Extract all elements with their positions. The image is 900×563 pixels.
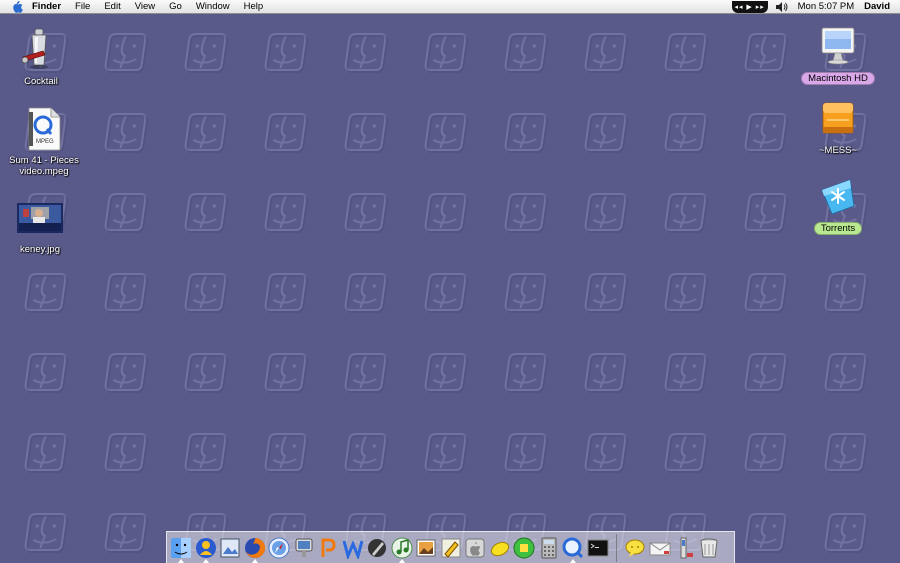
desktop-icon-label: Sum 41 - Pieces video.mpeg bbox=[9, 155, 79, 177]
dock-butler[interactable] bbox=[512, 534, 537, 562]
dock-terminal[interactable] bbox=[586, 534, 611, 562]
dock-pencil[interactable] bbox=[439, 534, 464, 562]
dock-adium[interactable] bbox=[194, 534, 219, 563]
itunes-icon bbox=[391, 537, 413, 558]
quicktime-icon bbox=[562, 537, 584, 558]
apple-icon bbox=[465, 538, 485, 557]
menu-help[interactable]: Help bbox=[244, 0, 264, 14]
desktop-icon-macintosh-hd[interactable]: Macintosh HD bbox=[798, 22, 878, 85]
menu-file[interactable]: File bbox=[75, 0, 90, 14]
dock-chat[interactable] bbox=[623, 534, 648, 562]
running-indicator bbox=[178, 558, 184, 563]
firefox-icon bbox=[244, 537, 265, 558]
dock-separator bbox=[616, 533, 617, 562]
preview-icon bbox=[220, 538, 240, 557]
menubar: Finder File Edit View Go Window Help ◂◂ … bbox=[0, 0, 900, 14]
applications-folder-icon bbox=[680, 537, 694, 558]
running-indicator bbox=[202, 558, 209, 563]
calculator-icon bbox=[541, 537, 557, 558]
dock-safari[interactable] bbox=[267, 534, 292, 562]
dock-system-preferences[interactable] bbox=[463, 534, 488, 562]
apple-menu-icon[interactable] bbox=[10, 0, 24, 13]
dock-finder[interactable] bbox=[169, 534, 194, 563]
dock-iphoto[interactable] bbox=[414, 534, 439, 562]
orange-drive-icon bbox=[814, 95, 862, 143]
cocktail-shaker-icon bbox=[17, 26, 65, 74]
menu-view[interactable]: View bbox=[135, 0, 155, 14]
desktop[interactable]: Finder File Edit View Go Window Help ◂◂ … bbox=[0, 0, 900, 563]
dock-word[interactable] bbox=[341, 534, 366, 562]
desktop-icon-mpeg[interactable]: MPEG Sum 41 - Pieces video.mpeg bbox=[4, 105, 84, 177]
dock-script-editor[interactable] bbox=[365, 534, 390, 562]
fast-user-switch[interactable]: David bbox=[864, 1, 890, 12]
lemon-icon bbox=[490, 541, 509, 556]
menu-go[interactable]: Go bbox=[169, 0, 182, 14]
torrent-folder-icon bbox=[814, 172, 862, 220]
jpg-thumbnail-icon bbox=[16, 194, 64, 242]
dock-pages[interactable] bbox=[316, 534, 341, 562]
pen-icon bbox=[368, 538, 387, 557]
dock-lemon[interactable] bbox=[488, 534, 513, 562]
dock-mail[interactable] bbox=[648, 534, 673, 562]
volume-icon[interactable] bbox=[775, 1, 788, 12]
svg-text:MPEG: MPEG bbox=[36, 139, 54, 145]
dock-applications[interactable] bbox=[672, 534, 697, 562]
desktop-icon-label: Torrents bbox=[813, 222, 863, 235]
dock-firefox[interactable] bbox=[243, 534, 268, 563]
running-indicator bbox=[251, 558, 258, 563]
dock-ichat[interactable] bbox=[292, 534, 317, 562]
menu-window[interactable]: Window bbox=[196, 0, 230, 14]
running-indicator bbox=[398, 558, 405, 563]
dock-quicktime[interactable] bbox=[561, 534, 586, 563]
desktop-icon-keney-jpg[interactable]: keney.jpg bbox=[0, 194, 80, 255]
itunes-controls[interactable]: ◂◂ ▶ ▸▸ bbox=[731, 0, 768, 13]
mpeg-file-icon: MPEG bbox=[20, 105, 68, 153]
chat-bubble-icon bbox=[625, 539, 645, 557]
finder-icon bbox=[171, 537, 192, 558]
adium-icon bbox=[195, 537, 216, 558]
menu-finder[interactable]: Finder bbox=[32, 0, 61, 14]
running-indicator bbox=[570, 558, 576, 563]
dock bbox=[166, 531, 735, 563]
dock-calculator[interactable] bbox=[537, 534, 562, 562]
imac-drive-icon bbox=[814, 22, 862, 70]
ichat-icon bbox=[295, 538, 313, 557]
terminal-icon bbox=[587, 539, 609, 556]
trash-icon bbox=[700, 538, 718, 557]
dock-trash[interactable] bbox=[697, 534, 722, 562]
envelope-icon bbox=[649, 542, 671, 555]
desktop-icon-label: Cocktail bbox=[24, 76, 58, 87]
desktop-icon-torrents[interactable]: Torrents bbox=[798, 172, 878, 235]
green-app-icon bbox=[513, 537, 535, 558]
pencil-icon bbox=[441, 538, 461, 558]
desktop-icon-cocktail[interactable]: Cocktail bbox=[1, 26, 81, 87]
pages-icon bbox=[321, 538, 336, 557]
desktop-icon-mess[interactable]: ~MESS~ bbox=[798, 95, 878, 156]
menubar-clock[interactable]: Mon 5:07 PM bbox=[798, 1, 855, 12]
dock-preview[interactable] bbox=[218, 534, 243, 562]
desktop-icon-label: Macintosh HD bbox=[801, 72, 875, 85]
iphoto-icon bbox=[416, 539, 436, 556]
dock-itunes[interactable] bbox=[390, 534, 415, 563]
safari-icon bbox=[268, 537, 290, 558]
word-icon bbox=[342, 539, 364, 559]
desktop-icon-label: keney.jpg bbox=[20, 244, 60, 255]
desktop-icon-label: ~MESS~ bbox=[818, 145, 858, 156]
finder-face-wallpaper bbox=[0, 14, 900, 563]
menu-edit[interactable]: Edit bbox=[104, 0, 120, 14]
